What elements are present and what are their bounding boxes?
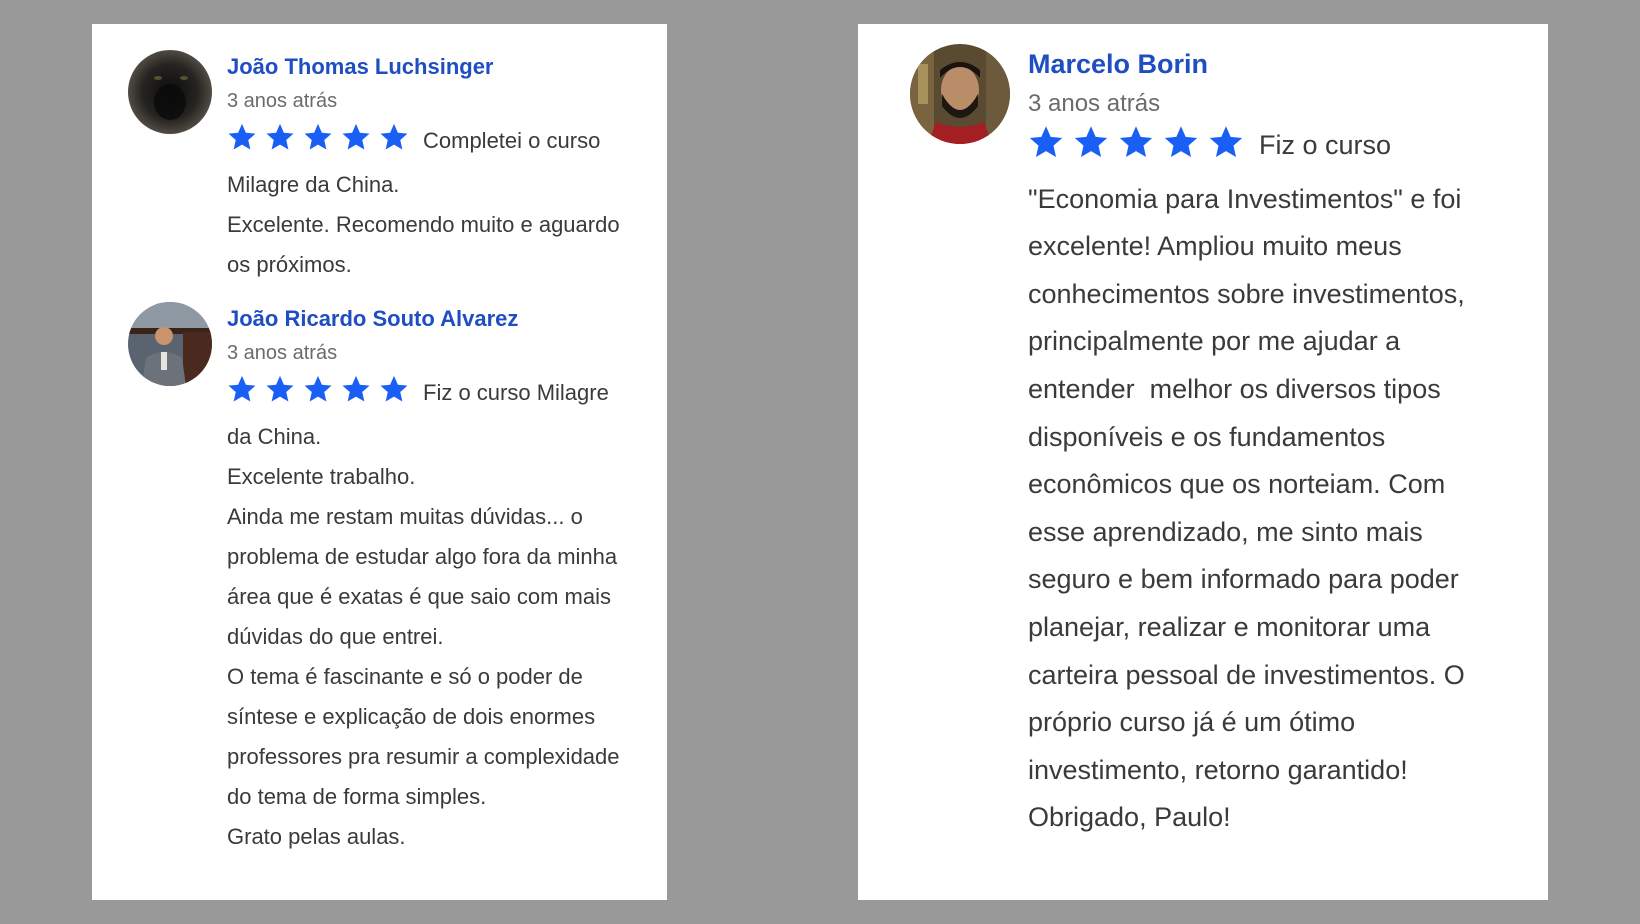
star-icon — [265, 374, 295, 404]
star-rating — [227, 122, 417, 165]
review-date: 3 anos atrás — [227, 342, 338, 364]
star-icon — [1073, 124, 1109, 160]
star-icon — [265, 122, 295, 152]
review-date: 3 anos atrás — [227, 90, 338, 112]
star-icon — [227, 122, 257, 152]
avatar[interactable] — [128, 50, 212, 134]
star-icon — [341, 374, 371, 404]
review-paragraph: Excelente trabalho. — [227, 464, 416, 489]
star-icon — [227, 374, 257, 404]
star-icon — [341, 122, 371, 152]
star-icon — [1028, 124, 1064, 160]
review-paragraph: Excelente. Recomendo muito e aguardo os … — [227, 212, 626, 277]
review-item: João Ricardo Souto Alvarez 3 anos atrás … — [92, 274, 667, 900]
bearded-man-photo-avatar-icon — [910, 44, 1010, 144]
star-icon — [379, 374, 409, 404]
review-item: João Thomas Luchsinger 3 anos atrás Comp… — [92, 24, 667, 277]
review-card-left: João Thomas Luchsinger 3 anos atrás Comp… — [92, 24, 667, 900]
star-icon — [303, 122, 333, 152]
star-icon — [379, 122, 409, 152]
review-paragraph: O tema é fascinante e só o poder de sínt… — [227, 664, 626, 809]
review-lead-text: Fiz o curso "Economia para Investimentos… — [1028, 130, 1473, 833]
review-card-right: Marcelo Borin 3 anos atrás Fiz o curso "… — [858, 24, 1548, 900]
review-date: 3 anos atrás — [1028, 90, 1161, 117]
reviewer-name[interactable]: João Thomas Luchsinger — [227, 54, 494, 80]
avatar[interactable] — [128, 302, 212, 386]
review-text: Completei o curso Milagre da China. Exce… — [227, 121, 639, 285]
avatar[interactable] — [910, 44, 1010, 144]
star-icon — [1208, 124, 1244, 160]
reviewer-name[interactable]: Marcelo Borin — [1028, 49, 1208, 80]
review-item: Marcelo Borin 3 anos atrás Fiz o curso "… — [858, 24, 1548, 900]
cat-photo-avatar-icon — [128, 50, 212, 134]
review-paragraph: Ainda me restam muitas dúvidas... o prob… — [227, 504, 624, 649]
star-rating — [1028, 124, 1253, 176]
person-photo-avatar-icon — [128, 302, 212, 386]
review-text: Fiz o curso Milagre da China. Excelente … — [227, 373, 639, 857]
reviewer-name[interactable]: João Ricardo Souto Alvarez — [227, 306, 518, 332]
review-text: Fiz o curso "Economia para Investimentos… — [1028, 122, 1508, 842]
review-paragraph: Grato pelas aulas. — [227, 824, 406, 849]
star-icon — [303, 374, 333, 404]
star-icon — [1163, 124, 1199, 160]
star-rating — [227, 374, 417, 417]
star-icon — [1118, 124, 1154, 160]
